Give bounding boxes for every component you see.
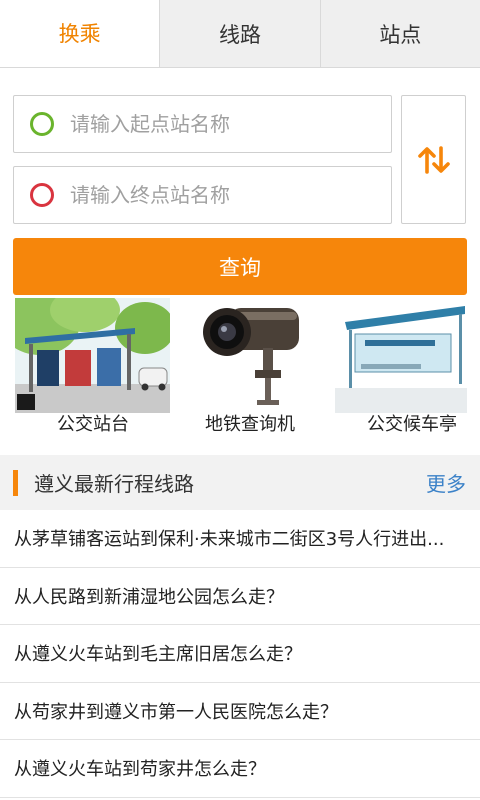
route-list: 从茅草铺客运站到保利·未来城市二街区3号人行进出... 从人民路到新浦湿地公园怎… xyxy=(0,510,480,798)
swap-vertical-arrows-icon xyxy=(417,145,450,174)
route-text: 从苟家井到遵义市第一人民医院怎么走？ xyxy=(14,701,338,723)
section-title: 遵义最新行程线路 xyxy=(34,472,194,496)
camera-image xyxy=(177,298,329,413)
route-text: 从人民路到新浦湿地公园怎么走？ xyxy=(14,586,284,608)
category-bus-stop[interactable]: 公交站台 xyxy=(15,298,173,438)
query-button[interactable]: 查询 xyxy=(13,238,467,295)
tab-stations[interactable]: 站点 xyxy=(319,0,480,67)
category-label: 公交站台 xyxy=(57,414,129,435)
latest-routes-header: 遵义最新行程线路 更多 xyxy=(0,455,480,510)
category-subway-kiosk[interactable]: 地铁查询机 xyxy=(177,298,329,438)
category-label: 地铁查询机 xyxy=(205,414,295,435)
list-item[interactable]: 从苟家井到遵义市第一人民医院怎么走？ xyxy=(0,683,480,740)
swap-stations-button[interactable] xyxy=(401,95,466,224)
start-circle-icon xyxy=(30,112,54,136)
route-text: 从遵义火车站到毛主席旧居怎么走？ xyxy=(14,644,302,666)
bus-stop-image xyxy=(15,298,170,413)
route-text: 从遵义火车站到苟家井怎么走？ xyxy=(14,759,266,781)
bus-shelter-image xyxy=(335,298,467,413)
list-item[interactable]: 从遵义火车站到苟家井怎么走？ xyxy=(0,740,480,798)
tab-transfer[interactable]: 换乘 xyxy=(0,0,160,67)
more-link[interactable]: 更多 xyxy=(426,468,466,497)
list-item[interactable]: 从茅草铺客运站到保利·未来城市二街区3号人行进出... xyxy=(0,510,480,568)
top-tab-bar: 换乘 线路 站点 xyxy=(0,0,480,68)
end-station-input[interactable] xyxy=(70,183,370,207)
category-bus-shelter[interactable]: 公交候车亭 xyxy=(335,298,470,438)
tab-lines[interactable]: 线路 xyxy=(159,0,320,67)
category-label: 公交候车亭 xyxy=(367,414,457,435)
section-accent-bar xyxy=(13,469,18,496)
end-station-field[interactable] xyxy=(13,166,392,224)
route-text: 从茅草铺客运站到保利·未来城市二街区3号人行进出... xyxy=(14,529,445,551)
end-circle-icon xyxy=(30,183,54,207)
start-station-input[interactable] xyxy=(70,112,370,136)
list-item[interactable]: 从人民路到新浦湿地公园怎么走？ xyxy=(0,568,480,625)
list-item[interactable]: 从遵义火车站到毛主席旧居怎么走？ xyxy=(0,625,480,683)
start-station-field[interactable] xyxy=(13,95,392,153)
